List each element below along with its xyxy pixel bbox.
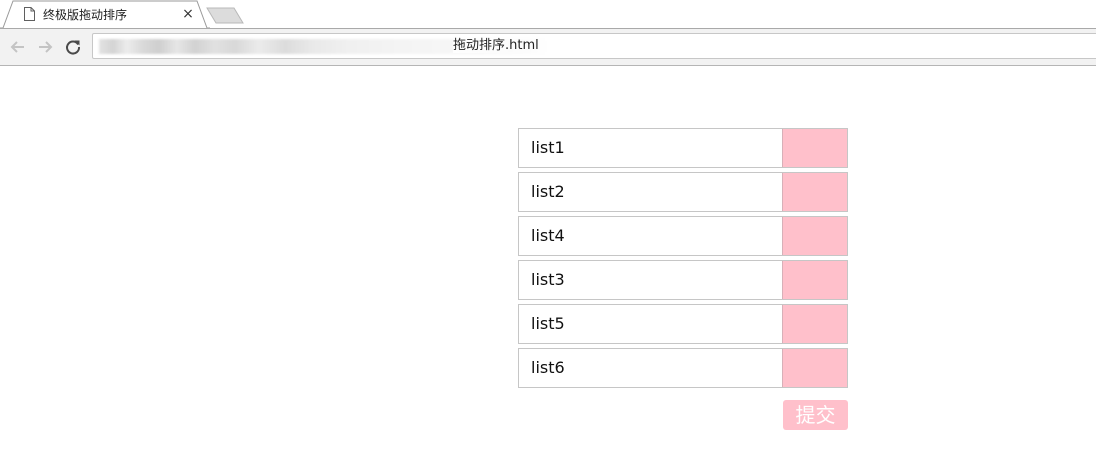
drag-handle[interactable] bbox=[782, 217, 847, 255]
list-item-label: list2 bbox=[531, 182, 565, 201]
list-item-label: list6 bbox=[531, 358, 565, 377]
list-item-label: list4 bbox=[531, 226, 565, 245]
document-icon bbox=[24, 7, 35, 21]
list-item[interactable]: list1 bbox=[518, 128, 848, 168]
submit-button[interactable]: 提交 bbox=[783, 400, 848, 430]
reload-icon[interactable] bbox=[64, 38, 82, 56]
close-tab-icon[interactable]: × bbox=[181, 6, 195, 22]
url-text: 拖动排序.html bbox=[453, 38, 539, 54]
drag-handle[interactable] bbox=[782, 261, 847, 299]
drag-handle[interactable] bbox=[782, 129, 847, 167]
list-item-label: list1 bbox=[531, 138, 565, 157]
forward-arrow-icon[interactable] bbox=[36, 38, 54, 56]
list-item[interactable]: list3 bbox=[518, 260, 848, 300]
list-item[interactable]: list2 bbox=[518, 172, 848, 212]
url-visible-text: 拖动排序.html bbox=[453, 38, 539, 53]
drag-handle[interactable] bbox=[782, 173, 847, 211]
list-item[interactable]: list6 bbox=[518, 348, 848, 388]
drag-handle[interactable] bbox=[782, 305, 847, 343]
sortable-list: list1 list2 list4 list3 list5 list6 bbox=[518, 128, 848, 392]
drag-handle[interactable] bbox=[782, 349, 847, 387]
list-item-label: list3 bbox=[531, 270, 565, 289]
new-tab-button[interactable] bbox=[206, 7, 246, 24]
tab-strip: 终极版拖动排序 × bbox=[0, 0, 1096, 29]
list-item-label: list5 bbox=[531, 314, 565, 333]
active-tab[interactable]: 终极版拖动排序 × bbox=[0, 0, 210, 29]
address-bar[interactable]: 拖动排序.html bbox=[92, 33, 1096, 59]
tab-title: 终极版拖动排序 bbox=[43, 8, 128, 22]
list-item[interactable]: list5 bbox=[518, 304, 848, 344]
back-arrow-icon[interactable] bbox=[9, 38, 27, 56]
list-item[interactable]: list4 bbox=[518, 216, 848, 256]
browser-toolbar: 拖动排序.html bbox=[0, 29, 1096, 66]
